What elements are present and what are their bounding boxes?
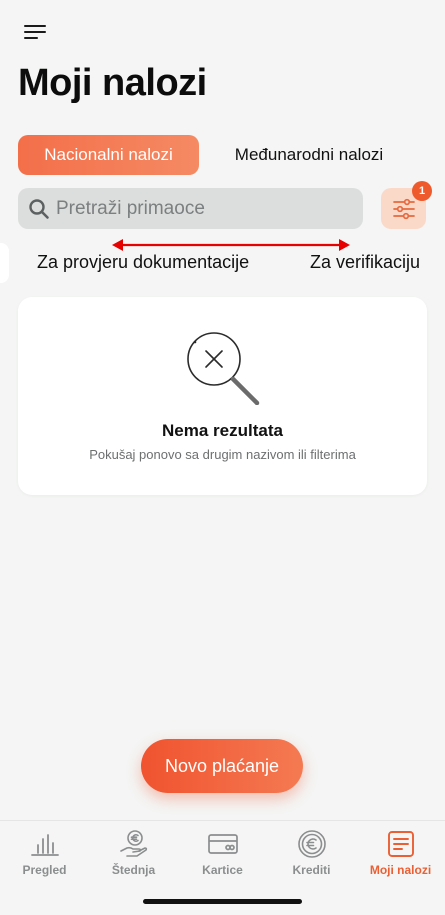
euro-coin-icon xyxy=(297,830,326,858)
empty-state-title: Nema rezultata xyxy=(162,421,283,440)
new-payment-button[interactable]: Novo plaćanje xyxy=(141,739,303,793)
nav-label: Moji nalozi xyxy=(369,863,432,877)
tab-national-orders[interactable]: Nacionalni nalozi xyxy=(18,135,199,175)
nav-label: Pregled xyxy=(22,863,67,877)
filter-sliders-icon xyxy=(392,198,415,219)
sub-tab-verification[interactable]: Za verifikaciju xyxy=(310,252,420,273)
nav-label: Kartice xyxy=(202,863,243,877)
filter-count-badge: 1 xyxy=(412,181,432,201)
sub-tab-documentation-check[interactable]: Za provjeru dokumentacije xyxy=(37,252,249,273)
nav-label: Štednja xyxy=(111,863,156,877)
card-icon xyxy=(207,834,238,854)
savings-hand-icon xyxy=(119,830,147,857)
filter-button[interactable]: 1 xyxy=(381,181,432,229)
page-title: Moji nalozi xyxy=(18,62,207,104)
nav-item-cards[interactable]: Kartice xyxy=(178,829,267,877)
nav-item-my-orders[interactable]: Moji nalozi xyxy=(356,829,445,877)
nav-label: Krediti xyxy=(292,863,331,877)
empty-state-subtitle: Pokušaj ponovo sa drugim nazivom ili fil… xyxy=(89,447,356,462)
bar-chart-icon xyxy=(30,834,59,856)
empty-state-card: Nema rezultata Pokušaj ponovo sa drugim … xyxy=(18,297,427,495)
home-indicator xyxy=(143,899,302,904)
nav-item-loans[interactable]: Krediti xyxy=(267,829,356,877)
search-icon xyxy=(29,198,49,219)
search-input[interactable] xyxy=(56,197,346,220)
tab-international-orders[interactable]: Međunarodni nalozi xyxy=(214,135,404,175)
search-no-results-icon xyxy=(187,332,260,405)
menu-icon[interactable] xyxy=(24,22,48,42)
document-list-icon xyxy=(387,831,414,857)
nav-item-overview[interactable]: Pregled xyxy=(0,829,89,877)
sub-tab-edge[interactable] xyxy=(0,243,9,283)
search-bar[interactable] xyxy=(18,188,363,229)
nav-item-savings[interactable]: Štednja xyxy=(89,829,178,877)
